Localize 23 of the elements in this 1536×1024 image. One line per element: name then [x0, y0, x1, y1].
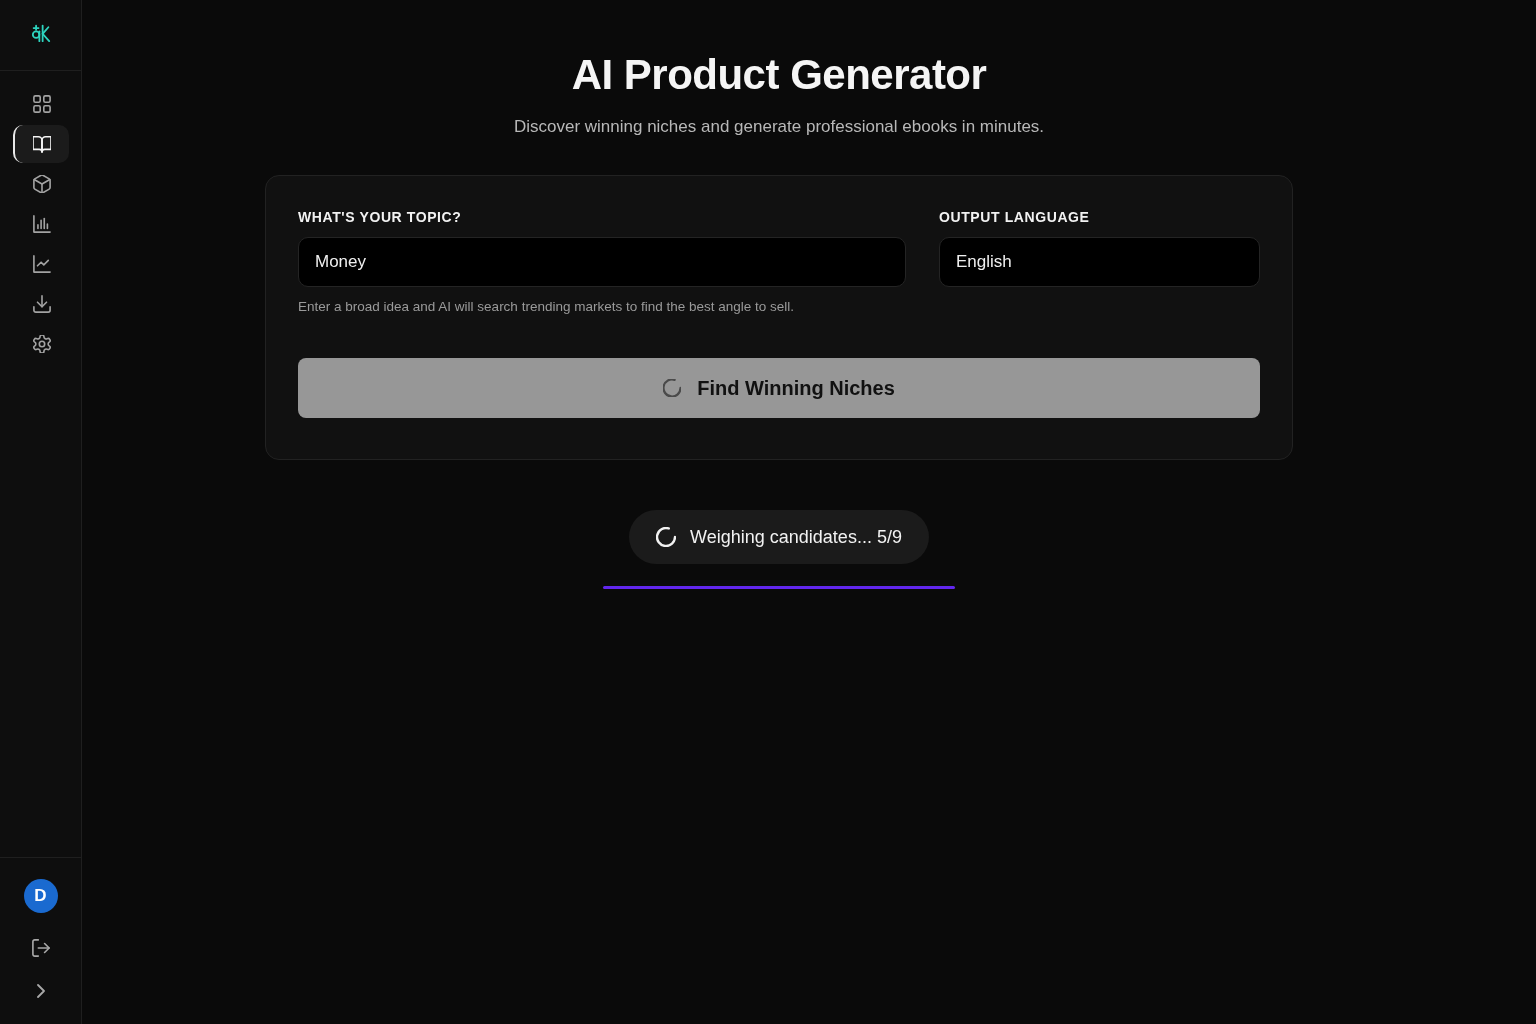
- language-input[interactable]: English: [939, 237, 1260, 287]
- page-subtitle: Discover winning niches and generate professional ebooks in minutes.: [513, 116, 1045, 138]
- chevron-right-icon: [36, 984, 45, 998]
- logout-icon: [31, 939, 50, 957]
- spinner-icon: [656, 527, 677, 547]
- spinner-icon: [663, 379, 682, 397]
- topic-hint: Enter a broad idea and AI will search trending markets to find the best angle to sell.: [298, 299, 796, 315]
- logo-icon: [30, 24, 51, 42]
- book-icon: [32, 135, 51, 153]
- line-chart-icon: [32, 255, 51, 273]
- topic-label: WHAT'S YOUR TOPIC?: [298, 209, 463, 225]
- bar-chart-icon: [32, 215, 51, 233]
- language-label: OUTPUT LANGUAGE: [939, 209, 1091, 225]
- user-avatar[interactable]: D: [23, 879, 58, 913]
- topic-input[interactable]: Money: [298, 237, 906, 287]
- status-text: Weighing candidates... 5/9: [690, 526, 902, 548]
- page-title: AI Product Generator: [571, 50, 987, 100]
- download-icon: [32, 295, 51, 313]
- cube-icon: [32, 175, 51, 193]
- nav-item[interactable]: [12, 125, 69, 163]
- find-niches-button[interactable]: Find Winning Niches: [298, 358, 1260, 418]
- grid-icon: [32, 95, 51, 113]
- settings-icon: [32, 335, 51, 353]
